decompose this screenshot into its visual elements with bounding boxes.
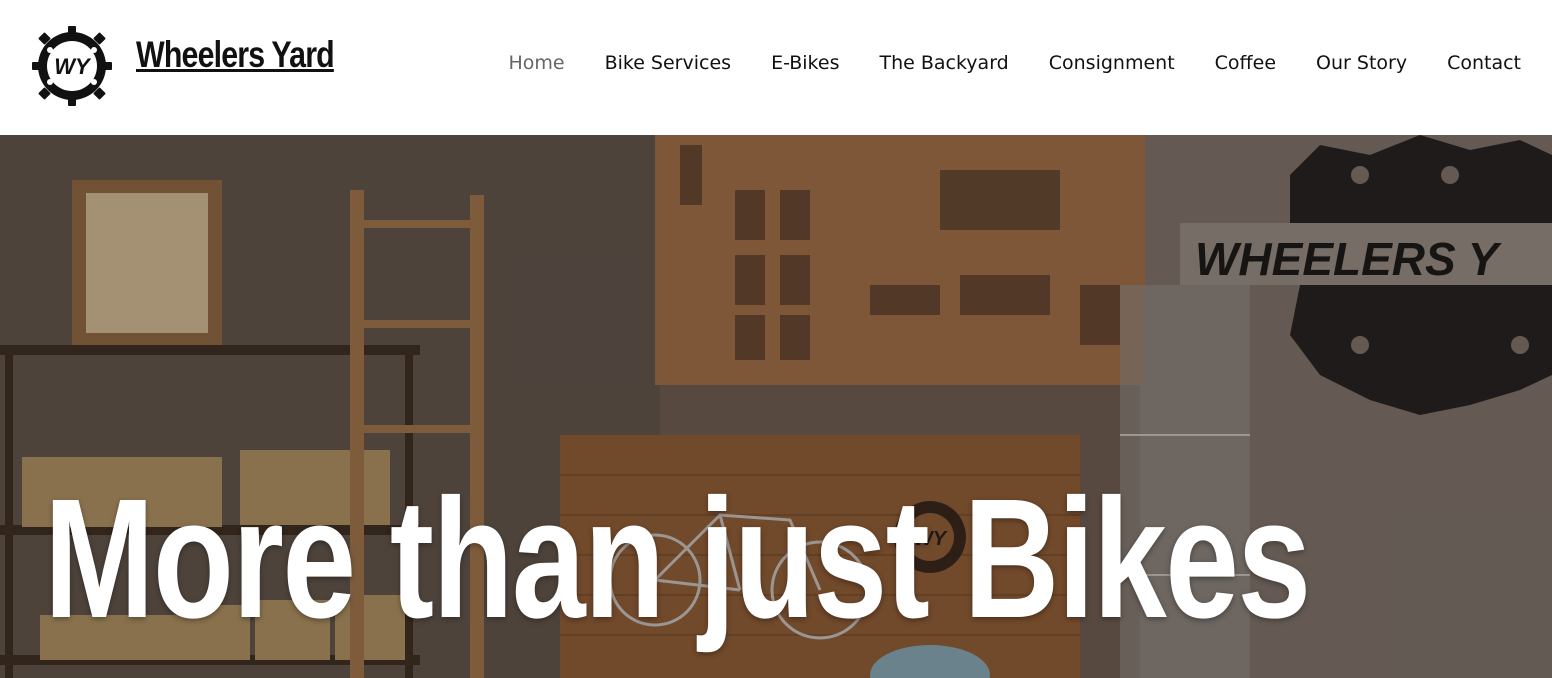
- logo-link[interactable]: WY: [30, 24, 114, 108]
- nav-item-coffee[interactable]: Coffee: [1215, 52, 1276, 74]
- nav-item-bike-services[interactable]: Bike Services: [605, 52, 732, 74]
- hero-section: WHEELERS Y WY More than just Bikes: [0, 135, 1552, 678]
- nav-item-e-bikes[interactable]: E-Bikes: [771, 52, 839, 74]
- main-nav: Home Bike Services E-Bikes The Backyard …: [508, 52, 1521, 74]
- nav-item-the-backyard[interactable]: The Backyard: [879, 52, 1008, 74]
- hero-title: More than just Bikes: [44, 463, 1311, 654]
- site-header: WY Wheelers Yard Home Bike Services E-Bi…: [0, 0, 1552, 135]
- nav-item-our-story[interactable]: Our Story: [1316, 52, 1407, 74]
- nav-item-home[interactable]: Home: [508, 52, 564, 74]
- nav-item-contact[interactable]: Contact: [1447, 52, 1521, 74]
- gear-logo-icon: WY: [32, 26, 112, 106]
- logo-monogram: WY: [54, 54, 92, 79]
- nav-item-consignment[interactable]: Consignment: [1049, 52, 1175, 74]
- brand-name[interactable]: Wheelers Yard: [136, 34, 335, 76]
